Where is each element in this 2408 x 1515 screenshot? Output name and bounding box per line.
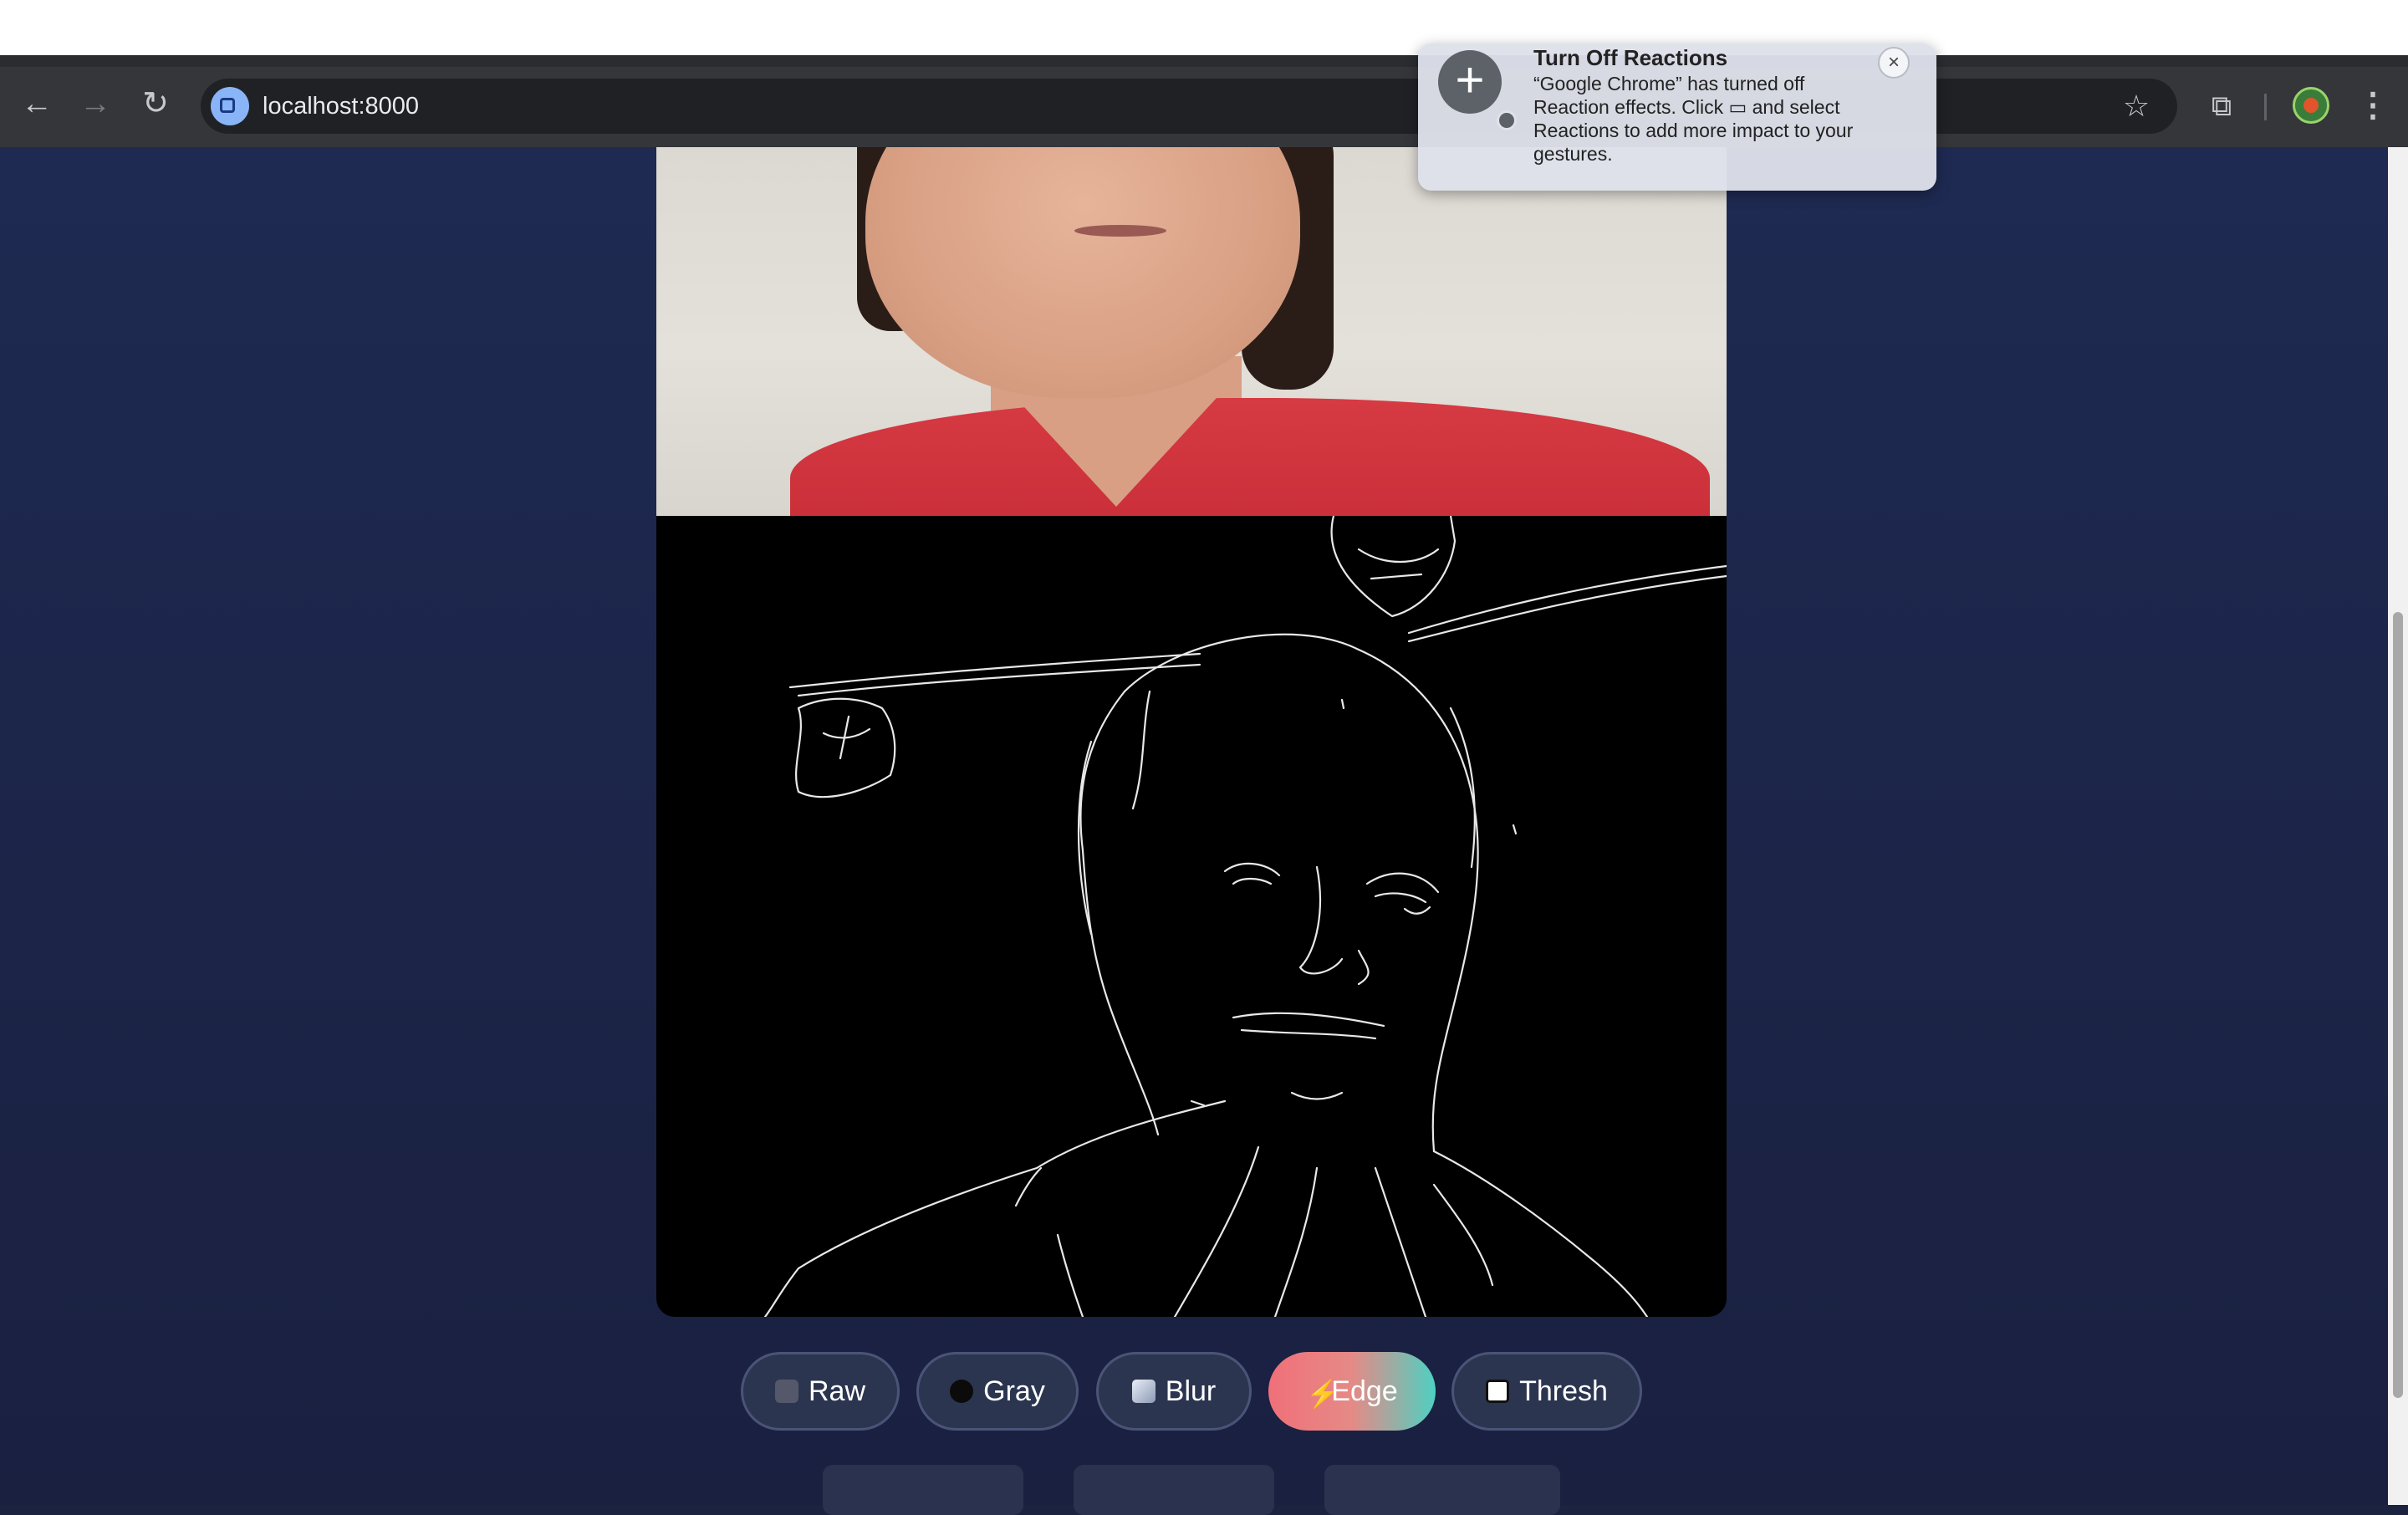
menu-bar xyxy=(0,0,2408,55)
edge-lines xyxy=(763,516,1727,1317)
menu-icon[interactable]: ⋮ xyxy=(2356,84,2390,127)
plus-icon: + xyxy=(1438,50,1502,114)
notification-body: “Google Chrome” has turned off Reaction … xyxy=(1533,73,1854,165)
filter-button-gray[interactable]: Gray xyxy=(916,1352,1079,1431)
toolbar-divider xyxy=(2264,94,2267,120)
shirt-neckline xyxy=(1016,398,1217,507)
back-button[interactable]: ← xyxy=(18,85,55,122)
profile-avatar[interactable] xyxy=(2293,87,2329,124)
edge-video-frame xyxy=(656,516,1727,1317)
raw-video-frame xyxy=(656,147,1727,516)
close-icon[interactable]: × xyxy=(1878,47,1910,79)
bookmark-star-icon[interactable]: ☆ xyxy=(2117,87,2155,125)
notification-title: Turn Off Reactions xyxy=(1533,45,1728,70)
badge-dot xyxy=(1497,110,1517,130)
filter-button-blur[interactable]: Blur xyxy=(1096,1352,1252,1431)
filter-button-raw[interactable]: Raw xyxy=(741,1352,900,1431)
reload-button[interactable]: ↻ xyxy=(137,85,174,122)
secondary-panel[interactable] xyxy=(1074,1465,1274,1515)
filter-button-thresh[interactable]: Thresh xyxy=(1451,1352,1642,1431)
secondary-panel[interactable] xyxy=(1324,1465,1560,1515)
shirt-shape xyxy=(790,398,1710,516)
mouth-shape xyxy=(1074,225,1166,237)
filter-label: Edge xyxy=(1331,1375,1398,1407)
camera-icon xyxy=(774,1380,798,1403)
forward-button[interactable]: → xyxy=(77,85,114,122)
tab-strip xyxy=(0,55,2408,67)
filter-label: Raw xyxy=(808,1375,866,1407)
lightning-icon: ⚡ xyxy=(1306,1379,1340,1409)
filter-label: Gray xyxy=(983,1375,1045,1407)
secondary-panel[interactable] xyxy=(823,1465,1023,1515)
filter-button-edge[interactable]: ⚡Edge xyxy=(1268,1352,1436,1431)
filter-label: Blur xyxy=(1165,1375,1217,1407)
camera-icon[interactable] xyxy=(211,87,249,125)
extensions-icon[interactable]: ⧉ xyxy=(2202,87,2241,125)
blur-icon xyxy=(1131,1380,1156,1403)
scrollbar-thumb[interactable] xyxy=(2393,612,2403,1398)
url-text[interactable]: localhost:8000 xyxy=(263,89,419,124)
filter-label: Thresh xyxy=(1519,1375,1608,1407)
square-icon xyxy=(1486,1380,1510,1403)
black-circle-icon xyxy=(950,1380,974,1403)
